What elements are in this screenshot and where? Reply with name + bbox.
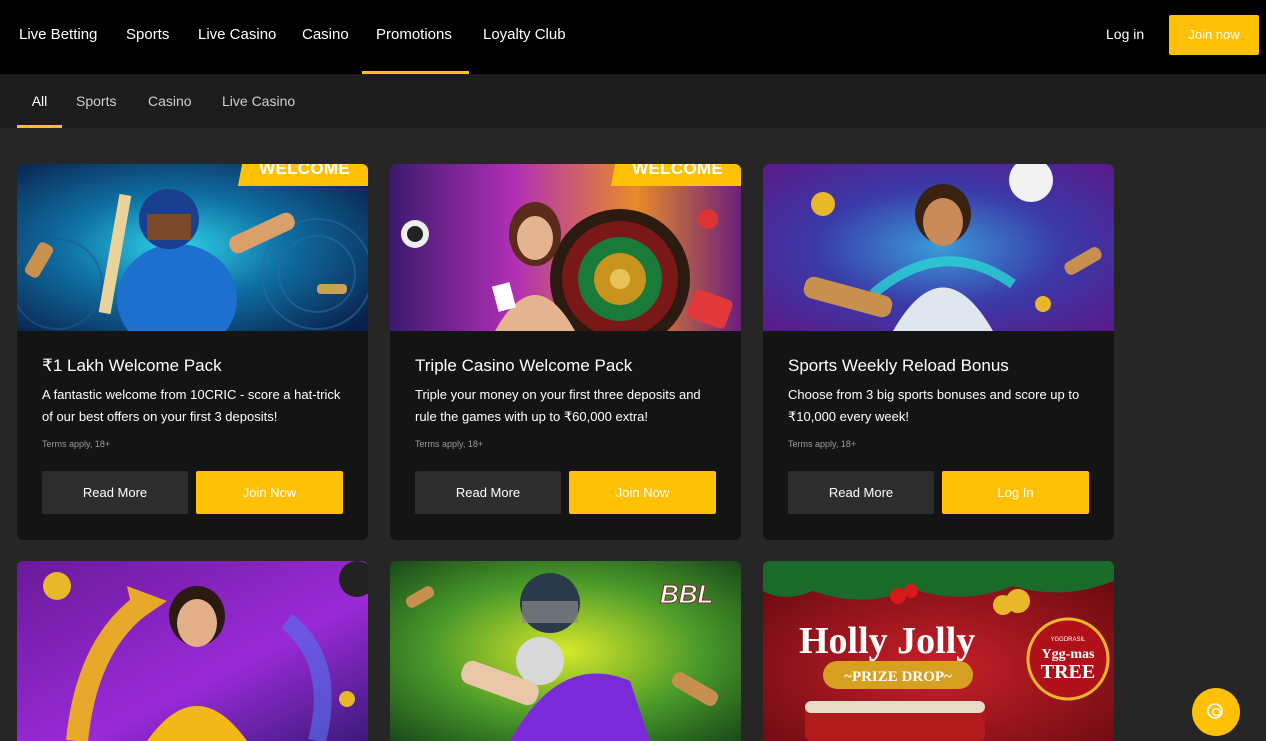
yggmas-line1: Ygg-mas	[1042, 647, 1095, 662]
yggmas-line2: TREE	[1041, 661, 1095, 683]
nav-promotions[interactable]: Promotions	[362, 0, 469, 74]
log-in-cta-button[interactable]: Log In	[942, 471, 1089, 514]
promo-terms: Terms apply, 18+	[415, 439, 484, 449]
nav-live-casino[interactable]: Live Casino	[184, 0, 290, 74]
prize-drop-subtitle: ~PRIZE DROP~	[844, 669, 952, 685]
promo-description: Choose from 3 big sports bonuses and sco…	[788, 387, 1080, 424]
nav-sports[interactable]: Sports	[112, 0, 183, 74]
login-button[interactable]: Log in	[1094, 14, 1156, 54]
promo-terms: Terms apply, 18+	[788, 439, 857, 449]
promo-title: Triple Casino Welcome Pack	[415, 356, 633, 375]
promo-image-bbl-cricket[interactable]: BBL	[390, 561, 741, 741]
bbl-logo-text: BBL	[660, 579, 713, 609]
chat-button[interactable]	[1192, 688, 1240, 736]
promo-image-happy-winner[interactable]	[17, 561, 368, 741]
promo-image-holly-jolly[interactable]: Holly Jolly ~PRIZE DROP~ YGGDRASIL Ygg-m…	[763, 561, 1114, 741]
promo-badge: WELCOME	[259, 164, 350, 178]
promo-description: Triple your money on your first three de…	[415, 387, 701, 424]
join-now-cta-button[interactable]: Join Now	[196, 471, 343, 514]
read-more-button[interactable]: Read More	[42, 471, 188, 514]
join-now-button[interactable]: Join now	[1169, 15, 1259, 55]
promo-card-weekly-reload: Sports Weekly Reload Bonus Choose from 3…	[763, 164, 1114, 540]
tab-casino[interactable]: Casino	[134, 74, 206, 128]
top-navigation: Live Betting Sports Live Casino Casino P…	[0, 0, 1266, 74]
promo-filter-tabs: All Sports Casino Live Casino	[0, 74, 1266, 128]
promo-description: A fantastic welcome from 10CRIC - score …	[42, 387, 341, 424]
chat-icon	[1207, 703, 1223, 719]
holly-jolly-title: Holly Jolly	[799, 620, 975, 662]
promo-image-excited-fan	[763, 164, 1114, 331]
promo-terms: Terms apply, 18+	[42, 439, 111, 449]
promo-card-casino-welcome: WELCOME Triple Casino Welcome Pack Tripl…	[390, 164, 741, 540]
join-now-cta-button[interactable]: Join Now	[569, 471, 716, 514]
tab-live-casino[interactable]: Live Casino	[208, 74, 309, 128]
promo-badge: WELCOME	[632, 164, 723, 178]
promo-title: ₹1 Lakh Welcome Pack	[42, 356, 222, 375]
promo-image-cricket	[17, 164, 368, 331]
promo-card-welcome-pack: WELCOME ₹1 Lakh Welcome Pack A fantastic…	[17, 164, 368, 540]
promo-image-roulette	[390, 164, 741, 331]
tab-sports[interactable]: Sports	[62, 74, 130, 128]
promo-title: Sports Weekly Reload Bonus	[788, 356, 1009, 375]
nav-loyalty-club[interactable]: Loyalty Club	[469, 0, 580, 74]
tab-all[interactable]: All	[17, 74, 62, 128]
nav-casino[interactable]: Casino	[288, 0, 363, 74]
yggdrasil-brand: YGGDRASIL	[1050, 637, 1086, 643]
nav-live-betting[interactable]: Live Betting	[5, 0, 111, 74]
read-more-button[interactable]: Read More	[415, 471, 561, 514]
read-more-button[interactable]: Read More	[788, 471, 934, 514]
